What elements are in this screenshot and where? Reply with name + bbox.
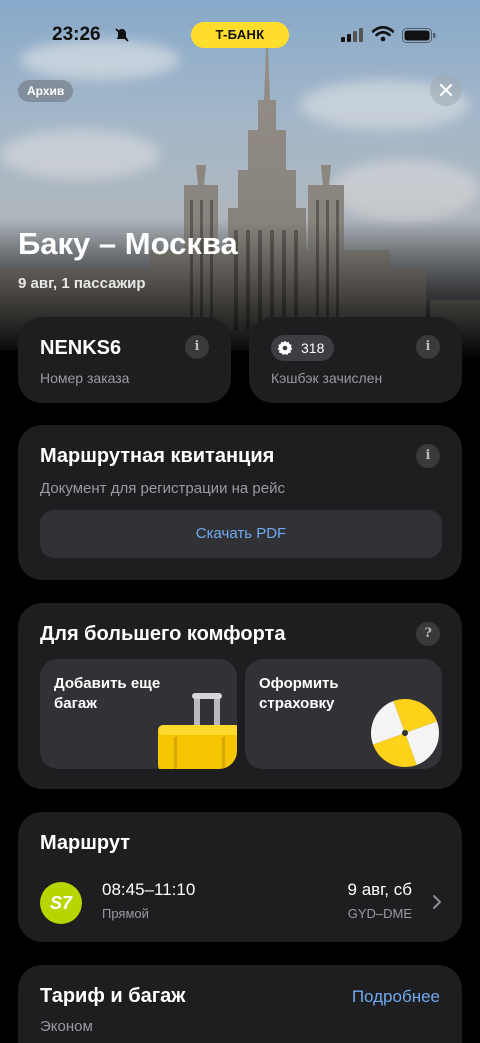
- order-card[interactable]: NENKS6 Номер заказа i: [18, 317, 231, 403]
- tariff-class: Эконом: [40, 1018, 93, 1035]
- close-button[interactable]: [430, 74, 462, 106]
- status-time: 23:26: [52, 24, 101, 45]
- close-icon: [439, 83, 453, 97]
- airport-codes: GYD–DME: [347, 906, 412, 921]
- chevron-right-icon: [433, 895, 441, 909]
- itinerary-card: Маршрутная квитанция Документ для регист…: [18, 425, 462, 580]
- cashback-label: Кэшбэк зачислен: [271, 370, 383, 386]
- flight-type: Прямой: [102, 906, 149, 921]
- battery-icon: [402, 28, 436, 43]
- status-bar: 23:26 T-БАНК: [0, 22, 480, 50]
- route-title: Маршрут: [40, 832, 131, 854]
- page-subtitle: 9 авг, 1 пассажир: [18, 275, 146, 292]
- add-baggage-tile[interactable]: Добавить еще багаж: [40, 659, 237, 769]
- cellular-signal-icon: [341, 28, 363, 42]
- order-code: NENKS6: [40, 337, 122, 359]
- order-label: Номер заказа: [40, 370, 130, 386]
- info-icon[interactable]: i: [185, 335, 209, 359]
- suitcase-icon: [158, 693, 237, 769]
- route-card[interactable]: Маршрут S7 08:45–11:10 Прямой 9 авг, сб …: [18, 812, 462, 942]
- wifi-icon: [372, 26, 394, 42]
- itinerary-title: Маршрутная квитанция: [40, 445, 275, 467]
- itinerary-subtitle: Документ для регистрации на рейс: [40, 480, 285, 497]
- info-icon[interactable]: i: [416, 335, 440, 359]
- cashback-amount: 318: [301, 340, 325, 356]
- cashback-card[interactable]: 318 Кэшбэк зачислен i: [249, 317, 462, 403]
- insurance-tile[interactable]: Оформить страховку: [245, 659, 442, 769]
- cashback-pill: 318: [271, 335, 335, 361]
- cashback-gear-icon: [277, 340, 293, 355]
- tariff-title: Тариф и багаж: [40, 985, 186, 1007]
- help-icon[interactable]: ?: [416, 622, 440, 646]
- flight-times: 08:45–11:10: [102, 880, 196, 899]
- tariff-details-link[interactable]: Подробнее: [352, 987, 440, 1007]
- comfort-title: Для большего комфорта: [40, 623, 286, 645]
- airline-logo: S7: [40, 882, 82, 924]
- page-title: Баку – Москва: [18, 226, 238, 261]
- flight-date: 9 авг, сб: [347, 880, 412, 899]
- umbrella-icon: [371, 699, 439, 767]
- tariff-card: Тариф и багаж Подробнее Эконом: [18, 965, 462, 1043]
- download-pdf-button[interactable]: Скачать PDF: [40, 510, 442, 558]
- archive-badge: Архив: [18, 80, 74, 102]
- comfort-card: Для большего комфорта ? Добавить еще баг…: [18, 603, 462, 789]
- bell-muted-icon: [115, 28, 129, 42]
- bank-badge: T-БАНК: [191, 22, 289, 48]
- info-icon[interactable]: i: [416, 444, 440, 468]
- hero-image: [0, 0, 480, 360]
